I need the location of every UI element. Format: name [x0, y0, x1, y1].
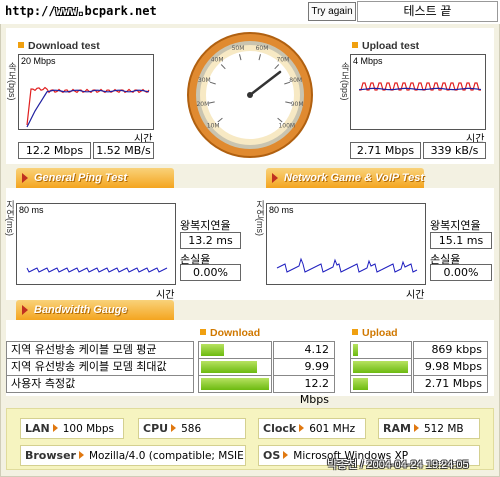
sys-ram: RAM 512 MB — [378, 418, 480, 439]
gauge-tick-label: 70M — [276, 57, 289, 64]
status-field: 테스트 끝 — [357, 1, 498, 22]
gauge-tick-label: 50M — [232, 45, 245, 52]
sys-browser: Browser Mozilla/4.0 (compatible; MSIE 6.0 — [20, 445, 246, 466]
bw-up-fill-avg — [353, 344, 359, 356]
arrow-icon — [299, 424, 305, 432]
bw-down-value-max: 9.99 Mbps — [273, 358, 335, 389]
arrow-icon — [413, 424, 419, 432]
speed-gauge: 10M 20M 30M 40M 50M 60M 70M 80M 90M 100M — [187, 32, 313, 158]
sys-cpu-value: 586 — [181, 423, 202, 435]
sys-os-label: OS — [263, 449, 281, 462]
download-mbps: 12.2 Mbps — [18, 142, 91, 159]
sys-lan-label: LAN — [25, 422, 50, 435]
author-stamp: 박종천 / 2004-04-24 19:24:05 — [327, 459, 469, 471]
download-speed-line — [26, 86, 150, 126]
ping-loss: 0.00% — [180, 264, 241, 281]
bw-download-bullet-icon — [200, 329, 206, 335]
game-rtt: 15.1 ms — [430, 232, 492, 249]
arrow-icon — [52, 424, 58, 432]
bw-down-fill-user — [201, 378, 269, 390]
sys-ram-value: 512 MB — [423, 423, 464, 435]
download-plot — [26, 86, 150, 128]
bw-up-value-user: 2.71 Mbps — [413, 375, 488, 393]
game-latency-line — [276, 257, 418, 273]
sys-cpu: CPU 586 — [138, 418, 246, 439]
bw-down-value-avg: 4.12 Mbps — [273, 341, 335, 372]
gauge-tick-label: 100M — [278, 122, 295, 129]
download-average-line — [26, 89, 150, 128]
bw-up-fill-user — [353, 378, 369, 390]
upload-mbps: 2.71 Mbps — [350, 142, 421, 159]
sys-cpu-label: CPU — [143, 422, 169, 435]
ping-latency-line — [26, 267, 168, 273]
sys-browser-value: Mozilla/4.0 (compatible; MSIE 6.0 — [88, 450, 245, 462]
upload-graph: 4 Mbps — [350, 54, 486, 130]
ping-rtt-label: 왕복지연율 — [180, 219, 231, 232]
game-graph: 80 ms — [266, 203, 426, 285]
download-graph: 20 Mbps — [18, 54, 154, 130]
bw-up-bar-user — [350, 375, 412, 393]
game-rtt-label: 왕복지연율 — [430, 219, 481, 232]
bw-down-fill-avg — [201, 344, 225, 356]
bw-down-value-user: 12.2 Mbps — [273, 375, 335, 406]
download-title: Download test — [18, 40, 100, 52]
ping-graph: 80 ms — [16, 203, 176, 285]
gauge-tick-label: 10M — [207, 122, 220, 129]
gauge-tick-label: 30M — [198, 77, 211, 84]
sys-ram-label: RAM — [383, 422, 411, 435]
bw-upload-bullet-icon — [352, 329, 358, 335]
bw-up-value-avg: 869 kbps — [413, 341, 488, 359]
bw-down-bar-max — [198, 358, 272, 376]
bw-download-header-label: Download — [210, 327, 261, 339]
tab-general-ping[interactable]: General Ping Test — [16, 168, 174, 188]
download-title-label: Download test — [28, 40, 100, 52]
bw-row-label-max: 지역 유선방송 케이블 모뎀 최대값 — [6, 358, 194, 376]
gauge-tick-label: 40M — [211, 57, 224, 64]
upload-bullet-icon — [352, 42, 358, 48]
tab-network-game[interactable]: Network Game & VoIP Test — [266, 168, 424, 188]
sys-lan: LAN 100 Mbps — [20, 418, 124, 439]
try-again-button[interactable]: Try again — [308, 2, 356, 21]
gauge-tick-label: 60M — [256, 45, 269, 52]
ping-rtt: 13.2 ms — [180, 232, 241, 249]
sys-browser-label: Browser — [25, 449, 76, 462]
gauge-tick-label: 20M — [196, 101, 209, 108]
upload-title-label: Upload test — [362, 40, 420, 52]
ping-plot — [26, 267, 168, 273]
bw-upload-header-label: Upload — [362, 327, 398, 339]
game-time-label: 시간 — [406, 290, 425, 301]
game-plot — [276, 257, 418, 273]
upload-title: Upload test — [352, 40, 419, 52]
gauge-tick-label: 90M — [291, 101, 304, 108]
bw-up-bar-max — [350, 358, 412, 376]
bw-download-header: Download — [200, 327, 260, 339]
sys-clock-value: 601 MHz — [309, 423, 356, 435]
gauge-tick-label: 80M — [289, 77, 302, 84]
site-url: http://www.bcpark.net — [5, 4, 157, 18]
tab-bandwidth-gauge[interactable]: Bandwidth Gauge — [16, 300, 174, 320]
arrow-icon — [283, 451, 289, 459]
bw-up-value-max: 9.98 Mbps — [413, 358, 488, 376]
upload-plot — [358, 82, 482, 91]
bw-down-fill-max — [201, 361, 257, 373]
upload-kbs: 339 kB/s — [423, 142, 486, 159]
arrow-icon — [171, 424, 177, 432]
download-mbs: 1.52 MB/s — [93, 142, 154, 159]
bw-up-bar-avg — [350, 341, 412, 359]
bw-down-bar-user — [198, 375, 272, 393]
bw-up-fill-max — [353, 361, 408, 373]
bw-row-label-avg: 지역 유선방송 케이블 모뎀 평균 — [6, 341, 194, 359]
sys-clock-label: Clock — [263, 422, 297, 435]
game-loss: 0.00% — [430, 264, 492, 281]
arrow-icon — [78, 451, 84, 459]
sys-lan-value: 100 Mbps — [62, 423, 114, 435]
bw-row-label-user: 사용자 측정값 — [6, 375, 194, 393]
bw-down-bar-avg — [198, 341, 272, 359]
ping-time-label: 시간 — [156, 290, 175, 301]
download-bullet-icon — [18, 42, 24, 48]
bw-upload-header: Upload — [352, 327, 398, 339]
sys-clock: Clock 601 MHz — [258, 418, 366, 439]
